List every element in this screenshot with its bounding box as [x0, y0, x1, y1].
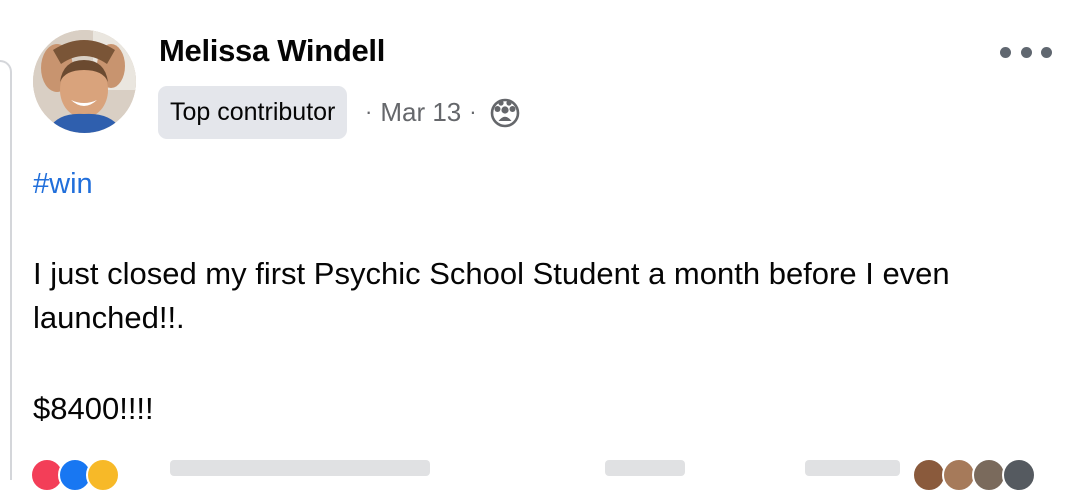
author-avatar[interactable]	[33, 30, 136, 133]
reaction-summary[interactable]	[30, 458, 1060, 492]
more-horizontal-icon	[1041, 46, 1052, 58]
viewer-avatar	[1002, 458, 1036, 492]
meta-separator: ·	[469, 99, 477, 124]
post-amount: $8400!!!!	[33, 391, 154, 426]
haha-reaction-icon	[86, 458, 120, 492]
viewer-avatar	[912, 458, 946, 492]
viewer-avatar	[942, 458, 976, 492]
more-horizontal-icon	[1000, 46, 1011, 58]
viewer-avatar	[972, 458, 1006, 492]
meta-separator: ·	[365, 99, 373, 124]
more-options-button[interactable]	[1000, 40, 1052, 64]
avatar-photo	[33, 30, 136, 133]
more-horizontal-icon	[1020, 46, 1032, 58]
author-name[interactable]: Melissa Windell	[159, 33, 385, 69]
post-meta: · Mar 13 ·	[357, 94, 521, 130]
post-body: I just closed my first Psychic School St…	[33, 256, 950, 335]
post-date[interactable]: Mar 13	[380, 97, 461, 128]
group-icon[interactable]	[489, 96, 521, 128]
top-contributor-badge[interactable]: Top contributor	[158, 86, 348, 139]
container-edge	[0, 60, 12, 480]
hashtag-link[interactable]: #win	[33, 168, 93, 201]
